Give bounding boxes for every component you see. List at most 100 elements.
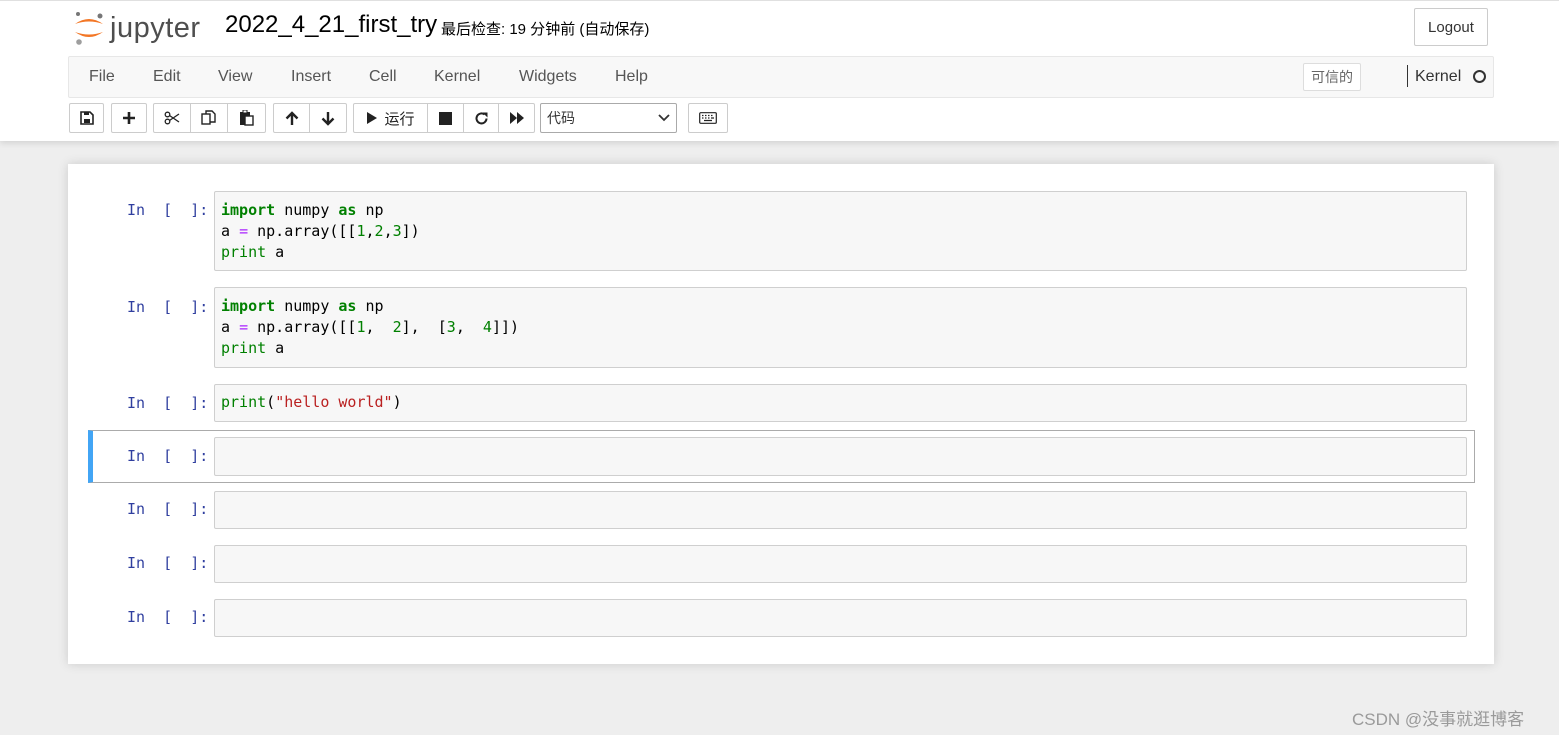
code-token: numpy: [275, 297, 339, 315]
menu-kernel[interactable]: Kernel: [434, 68, 480, 86]
jupyter-logo-icon: [75, 12, 103, 45]
code-token: 1: [356, 318, 366, 336]
stop-icon: [439, 111, 452, 125]
run-label: 运行: [384, 110, 415, 128]
save-button[interactable]: [69, 103, 104, 133]
move-down-button[interactable]: [309, 103, 347, 133]
code-line: print a: [221, 242, 1460, 263]
menu-file[interactable]: File: [89, 68, 115, 86]
code-token: np.array([[: [248, 318, 357, 336]
trusted-indicator[interactable]: 可信的: [1303, 63, 1361, 91]
fast-forward-icon: [509, 112, 524, 124]
menubar: File Edit View Insert Cell Kernel Widget…: [68, 56, 1494, 98]
input-prompt: In [ ]:: [127, 554, 209, 572]
code-text: import numpy as np a = np.array([[1,2,3])…: [215, 192, 1466, 271]
code-cell[interactable]: In [ ]:: [87, 491, 1474, 529]
command-palette-button[interactable]: [688, 103, 728, 133]
code-token: "hello world": [275, 393, 393, 411]
code-cell[interactable]: In [ ]:: [87, 599, 1474, 637]
code-token: ], [: [401, 318, 447, 336]
paste-button[interactable]: [227, 103, 266, 133]
code-text: print("hello world"): [215, 385, 1466, 421]
code-token: a: [266, 339, 285, 357]
code-token: print: [221, 393, 267, 411]
code-editor[interactable]: [214, 545, 1467, 583]
code-token: ]): [401, 222, 420, 240]
menu-cell[interactable]: Cell: [369, 68, 397, 86]
kernel-divider: [1407, 65, 1408, 87]
code-token: a: [221, 318, 240, 336]
input-prompt: In [ ]:: [127, 201, 209, 219]
plus-icon: [123, 112, 135, 124]
insert-cell-button[interactable]: [111, 103, 147, 133]
cell-type-select[interactable]: 代码: [540, 103, 677, 133]
jupyter-logo[interactable]: jupyter: [72, 9, 201, 47]
code-token: a: [266, 243, 285, 261]
code-token: ,: [383, 222, 393, 240]
play-icon: [367, 112, 378, 124]
code-token: print: [221, 243, 267, 261]
code-token: np.array([[: [248, 222, 357, 240]
code-token: 3: [446, 318, 456, 336]
copy-icon: [201, 110, 216, 125]
input-prompt: In [ ]:: [127, 298, 209, 316]
cut-icon: [164, 111, 180, 125]
menu-edit[interactable]: Edit: [153, 68, 181, 86]
code-editor[interactable]: [214, 491, 1467, 529]
restart-icon: [475, 111, 487, 124]
arrow-down-icon: [321, 111, 335, 126]
menu-help[interactable]: Help: [615, 68, 648, 86]
watermark: CSDN @没事就逛博客: [1352, 710, 1525, 729]
code-editor[interactable]: [214, 437, 1467, 476]
code-cell[interactable]: In [ ]:: [87, 545, 1474, 583]
input-prompt: In [ ]:: [127, 608, 209, 626]
code-token: ,: [365, 222, 375, 240]
code-cell[interactable]: In [ ]: print("hello world"): [87, 384, 1474, 422]
code-token: ,: [365, 318, 393, 336]
code-cell-selected[interactable]: In [ ]:: [88, 430, 1475, 483]
code-editor[interactable]: import numpy as np a = np.array([[1,2,3])…: [214, 191, 1467, 271]
run-button[interactable]: 运行: [353, 103, 428, 133]
input-prompt: In [ ]:: [127, 500, 209, 518]
cut-button[interactable]: [153, 103, 191, 133]
logo-wordmark: jupyter: [110, 11, 201, 44]
menu-widgets[interactable]: Widgets: [519, 68, 577, 86]
code-token: np: [356, 201, 384, 219]
code-token: ,: [455, 318, 483, 336]
paste-icon: [240, 110, 254, 126]
code-text: import numpy as np a = np.array([[1, 2], …: [215, 288, 1466, 367]
code-token: np: [356, 297, 384, 315]
chevron-down-icon: [658, 114, 670, 122]
restart-button[interactable]: [463, 103, 499, 133]
code-line: print a: [221, 338, 1460, 359]
restart-run-all-button[interactable]: [498, 103, 535, 133]
notebook-title[interactable]: 2022_4_21_first_try: [225, 11, 437, 39]
code-token: ]]): [491, 318, 520, 336]
code-token: import: [221, 201, 276, 219]
code-token: as: [338, 201, 357, 219]
code-cell[interactable]: In [ ]: import numpy as np a = np.array([…: [87, 287, 1474, 368]
menu-view[interactable]: View: [218, 68, 252, 86]
code-line: a = np.array([[1, 2], [3, 4]]): [221, 317, 1460, 338]
logout-button[interactable]: Logout: [1414, 8, 1488, 46]
code-token: =: [239, 318, 249, 336]
kernel-name[interactable]: Kernel: [1415, 68, 1461, 86]
code-line: import numpy as np: [221, 296, 1460, 317]
move-up-button[interactable]: [273, 103, 310, 133]
keyboard-icon: [699, 112, 717, 124]
code-cell[interactable]: In [ ]: import numpy as np a = np.array([…: [87, 191, 1474, 271]
copy-button[interactable]: [190, 103, 228, 133]
interrupt-button[interactable]: [427, 103, 464, 133]
menu-insert[interactable]: Insert: [291, 68, 331, 86]
code-editor[interactable]: import numpy as np a = np.array([[1, 2], …: [214, 287, 1467, 368]
code-token: 1: [356, 222, 366, 240]
code-line: import numpy as np: [221, 200, 1460, 221]
save-status: 最后检查: 19 分钟前 (自动保存): [441, 21, 650, 38]
code-editor[interactable]: [214, 599, 1467, 637]
code-line: print("hello world"): [221, 392, 1460, 413]
code-token: 2: [374, 222, 384, 240]
code-token: numpy: [275, 201, 339, 219]
input-prompt: In [ ]:: [127, 394, 209, 412]
code-editor[interactable]: print("hello world"): [214, 384, 1467, 422]
code-token: print: [221, 339, 267, 357]
